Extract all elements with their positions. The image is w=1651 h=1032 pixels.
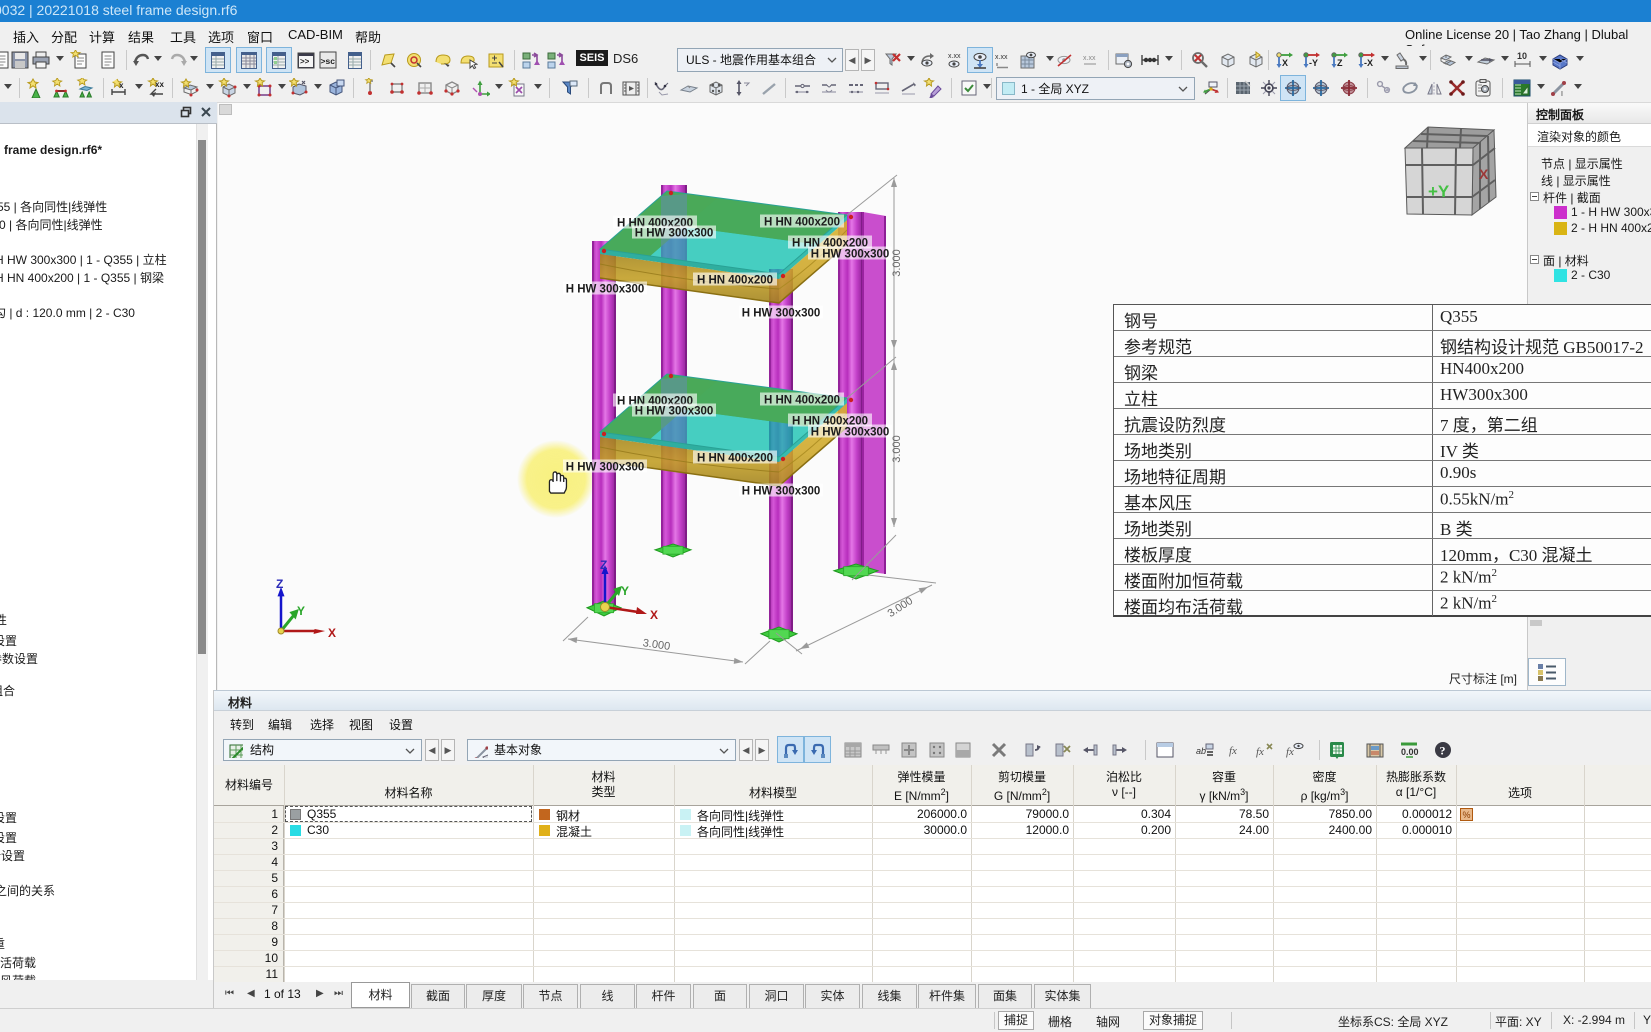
svg-text:x.xx: x.xx — [948, 53, 961, 60]
svg-text:x.xx: x.xx — [995, 54, 1008, 61]
svg-text:H HN 400x200: H HN 400x200 — [764, 395, 840, 407]
svg-text:3.000: 3.000 — [891, 435, 903, 463]
svg-text:H HN 400x200: H HN 400x200 — [697, 453, 773, 465]
svg-text:0.00: 0.00 — [1401, 747, 1419, 757]
svg-text:H HW 300x300: H HW 300x300 — [566, 462, 645, 474]
svg-text:ab: ab — [1196, 746, 1206, 756]
svg-text:X: X — [1479, 166, 1489, 182]
svg-text:Y: Y — [621, 584, 629, 598]
svg-text:+Y: +Y — [1428, 182, 1450, 201]
svg-text:X: X — [1282, 58, 1288, 68]
svg-text:X: X — [328, 626, 336, 640]
svg-text:H HW 300x300: H HW 300x300 — [742, 486, 821, 498]
svg-text:3.000: 3.000 — [891, 249, 903, 277]
svg-text:H HW 300x300: H HW 300x300 — [635, 228, 714, 240]
svg-text:?: ? — [1440, 744, 1446, 758]
svg-text:H HW 300x300: H HW 300x300 — [811, 249, 890, 261]
svg-text:fx: fx — [1256, 746, 1264, 758]
svg-text:fx: fx — [1229, 745, 1237, 757]
svg-text:Y: Y — [297, 604, 305, 618]
svg-text:H HW 300x300: H HW 300x300 — [566, 284, 645, 296]
svg-text:>>: >> — [300, 57, 310, 66]
svg-text:H HW 300x300: H HW 300x300 — [811, 427, 890, 439]
svg-text:x.xx: x.xx — [1083, 55, 1096, 62]
svg-text:尺寸标注 [m]: 尺寸标注 [m] — [1449, 671, 1517, 686]
svg-text:-Y: -Y — [1309, 58, 1318, 68]
svg-text:H HW 300x300: H HW 300x300 — [742, 308, 821, 320]
svg-text:Z: Z — [1337, 58, 1343, 68]
svg-text:H HN 400x200: H HN 400x200 — [697, 275, 773, 287]
svg-text:H HW 300x300: H HW 300x300 — [635, 406, 714, 418]
svg-text:>sc: >sc — [321, 56, 336, 66]
svg-text:X: X — [650, 608, 658, 622]
svg-text:10: 10 — [1517, 51, 1527, 61]
svg-text:H HN 400x200: H HN 400x200 — [764, 217, 840, 229]
svg-text:Z: Z — [600, 558, 607, 572]
svg-text:Z: Z — [276, 577, 283, 591]
svg-text:-X: -X — [1364, 58, 1373, 68]
svg-text:3.000: 3.000 — [642, 637, 671, 653]
svg-text:fx: fx — [1286, 746, 1294, 758]
svg-text:3.000: 3.000 — [886, 595, 916, 620]
svg-text:I: I — [1561, 91, 1563, 98]
